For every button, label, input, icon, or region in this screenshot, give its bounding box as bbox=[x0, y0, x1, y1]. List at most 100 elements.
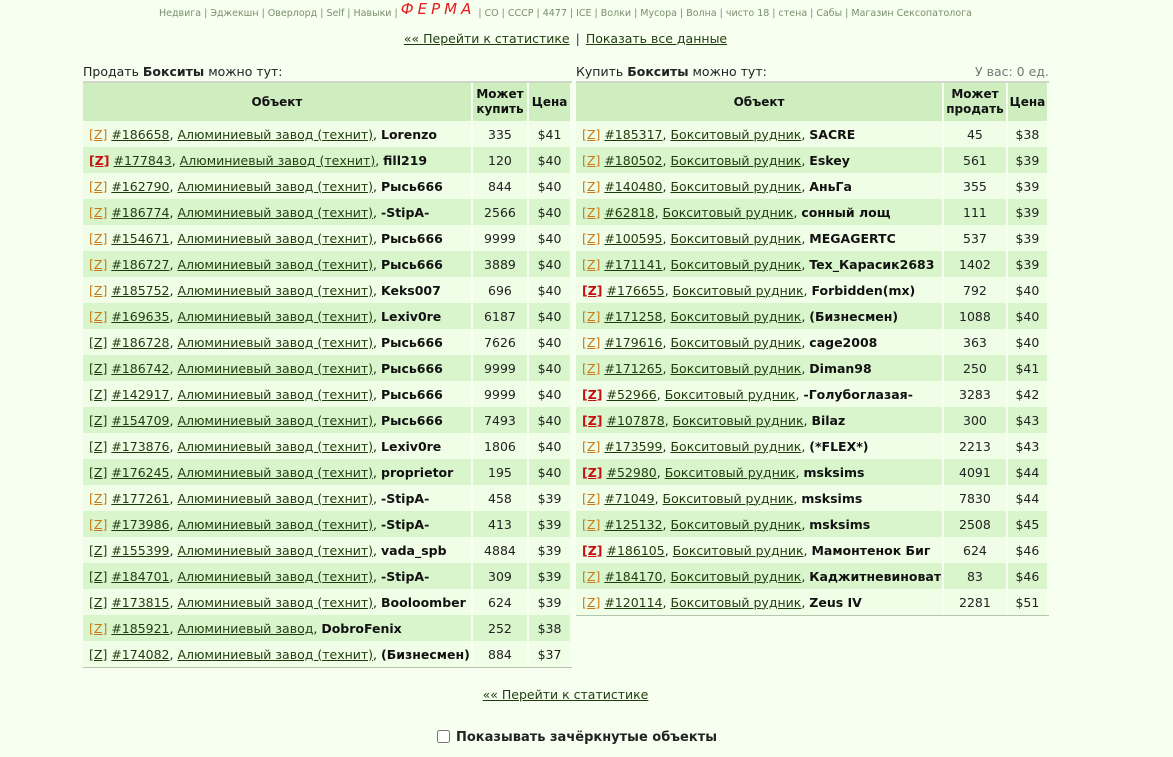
nav-link[interactable]: Волки bbox=[601, 8, 631, 19]
object-id-link[interactable]: #107878 bbox=[606, 413, 664, 428]
object-id-link[interactable]: #186742 bbox=[111, 361, 169, 376]
object-name-link[interactable]: Алюминиевый завод (технит) bbox=[177, 179, 373, 194]
object-name-link[interactable]: Алюминиевый завод (технит) bbox=[177, 595, 373, 610]
col-object[interactable]: Объект bbox=[83, 83, 473, 121]
z-mark-link[interactable]: [Z] bbox=[582, 257, 600, 272]
z-mark-link[interactable]: [Z] bbox=[89, 205, 107, 220]
object-id-link[interactable]: #186728 bbox=[111, 335, 169, 350]
object-name-link[interactable]: Бокситовый рудник bbox=[673, 543, 804, 558]
object-name-link[interactable]: Бокситовый рудник bbox=[673, 413, 804, 428]
object-id-link[interactable]: #52966 bbox=[606, 387, 656, 402]
z-mark-link[interactable]: [Z] bbox=[582, 309, 600, 324]
bottom-goto-stats-link[interactable]: «« Перейти к статистике bbox=[483, 687, 649, 702]
object-name-link[interactable]: Бокситовый рудник bbox=[670, 517, 801, 532]
z-mark-link[interactable]: [Z] bbox=[89, 439, 107, 454]
object-id-link[interactable]: #180502 bbox=[604, 153, 662, 168]
object-id-link[interactable]: #173986 bbox=[111, 517, 169, 532]
object-name-link[interactable]: Бокситовый рудник bbox=[670, 257, 801, 272]
object-id-link[interactable]: #173815 bbox=[111, 595, 169, 610]
object-name-link[interactable]: Бокситовый рудник bbox=[665, 465, 796, 480]
object-id-link[interactable]: #71049 bbox=[604, 491, 654, 506]
object-id-link[interactable]: #155399 bbox=[111, 543, 169, 558]
nav-link[interactable]: Навыки bbox=[354, 8, 392, 19]
object-name-link[interactable]: Бокситовый рудник bbox=[670, 361, 801, 376]
z-mark-link[interactable]: [Z] bbox=[582, 413, 603, 428]
object-id-link[interactable]: #185921 bbox=[111, 621, 169, 636]
object-name-link[interactable]: Алюминиевый завод (технит) bbox=[177, 517, 373, 532]
object-name-link[interactable]: Бокситовый рудник bbox=[670, 231, 801, 246]
object-id-link[interactable]: #171265 bbox=[604, 361, 662, 376]
object-id-link[interactable]: #184170 bbox=[604, 569, 662, 584]
nav-link[interactable]: чисто 18 bbox=[726, 8, 769, 19]
z-mark-link[interactable]: [Z] bbox=[89, 595, 107, 610]
z-mark-link[interactable]: [Z] bbox=[89, 283, 107, 298]
nav-link[interactable]: CO bbox=[485, 8, 499, 19]
object-id-link[interactable]: #173599 bbox=[604, 439, 662, 454]
nav-link[interactable]: Сабы bbox=[816, 8, 842, 19]
nav-link[interactable]: Магазин Сексопатолога bbox=[851, 8, 972, 19]
z-mark-link[interactable]: [Z] bbox=[89, 517, 107, 532]
z-mark-link[interactable]: [Z] bbox=[89, 257, 107, 272]
nav-link[interactable]: Недвига bbox=[159, 8, 201, 19]
z-mark-link[interactable]: [Z] bbox=[89, 543, 107, 558]
object-id-link[interactable]: #186727 bbox=[111, 257, 169, 272]
object-name-link[interactable]: Алюминиевый завод (технит) bbox=[177, 569, 373, 584]
object-name-link[interactable]: Алюминиевый завод (технит) bbox=[177, 647, 373, 662]
z-mark-link[interactable]: [Z] bbox=[582, 231, 600, 246]
object-id-link[interactable]: #120114 bbox=[604, 595, 662, 610]
object-id-link[interactable]: #176245 bbox=[111, 465, 169, 480]
col-price[interactable]: Цена bbox=[529, 83, 572, 121]
object-name-link[interactable]: Бокситовый рудник bbox=[670, 335, 801, 350]
z-mark-link[interactable]: [Z] bbox=[582, 465, 603, 480]
object-name-link[interactable]: Бокситовый рудник bbox=[670, 595, 801, 610]
object-name-link[interactable]: Алюминиевый завод (технит) bbox=[177, 387, 373, 402]
object-name-link[interactable]: Алюминиевый завод (технит) bbox=[177, 439, 373, 454]
nav-link[interactable]: 4477 bbox=[543, 8, 567, 19]
object-name-link[interactable]: Бокситовый рудник bbox=[670, 127, 801, 142]
z-mark-link[interactable]: [Z] bbox=[89, 569, 107, 584]
z-mark-link[interactable]: [Z] bbox=[582, 205, 600, 220]
col-object[interactable]: Объект bbox=[576, 83, 945, 121]
z-mark-link[interactable]: [Z] bbox=[89, 465, 107, 480]
object-name-link[interactable]: Алюминиевый завод (технит) bbox=[177, 283, 373, 298]
z-mark-link[interactable]: [Z] bbox=[582, 387, 603, 402]
object-id-link[interactable]: #171258 bbox=[604, 309, 662, 324]
col-price[interactable]: Цена bbox=[1007, 83, 1049, 121]
z-mark-link[interactable]: [Z] bbox=[582, 283, 603, 298]
show-all-link[interactable]: Показать все данные bbox=[586, 31, 727, 46]
z-mark-link[interactable]: [Z] bbox=[89, 309, 107, 324]
object-name-link[interactable]: Бокситовый рудник bbox=[670, 179, 801, 194]
z-mark-link[interactable]: [Z] bbox=[89, 647, 107, 662]
show-crossed-row[interactable]: Показывать зачёркнутые объекты bbox=[437, 730, 717, 745]
z-mark-link[interactable]: [Z] bbox=[89, 621, 107, 636]
object-name-link[interactable]: Алюминиевый завод (технит) bbox=[177, 127, 373, 142]
object-id-link[interactable]: #169635 bbox=[111, 309, 169, 324]
goto-stats-link[interactable]: «« Перейти к статистике bbox=[404, 31, 570, 46]
nav-link[interactable]: Волна bbox=[686, 8, 716, 19]
nav-link[interactable]: Self bbox=[326, 8, 344, 19]
object-name-link[interactable]: Алюминиевый завод (технит) bbox=[177, 335, 373, 350]
object-id-link[interactable]: #162790 bbox=[111, 179, 169, 194]
object-id-link[interactable]: #186105 bbox=[606, 543, 664, 558]
object-id-link[interactable]: #140480 bbox=[604, 179, 662, 194]
object-name-link[interactable]: Бокситовый рудник bbox=[670, 569, 801, 584]
object-name-link[interactable]: Алюминиевый завод (технит) bbox=[177, 231, 373, 246]
z-mark-link[interactable]: [Z] bbox=[582, 569, 600, 584]
object-id-link[interactable]: #125132 bbox=[604, 517, 662, 532]
object-id-link[interactable]: #184701 bbox=[111, 569, 169, 584]
z-mark-link[interactable]: [Z] bbox=[582, 361, 600, 376]
object-name-link[interactable]: Алюминиевый завод (технит) bbox=[177, 491, 373, 506]
object-id-link[interactable]: #62818 bbox=[604, 205, 654, 220]
object-name-link[interactable]: Алюминиевый завод (технит) bbox=[177, 361, 373, 376]
nav-link[interactable]: ICE bbox=[576, 8, 591, 19]
object-name-link[interactable]: Алюминиевый завод (технит) bbox=[177, 413, 373, 428]
object-id-link[interactable]: #171141 bbox=[604, 257, 662, 272]
z-mark-link[interactable]: [Z] bbox=[89, 179, 107, 194]
col-can-sell[interactable]: Может продать bbox=[944, 83, 1008, 121]
nav-link[interactable]: Оверлорд bbox=[268, 8, 317, 19]
object-id-link[interactable]: #176655 bbox=[606, 283, 664, 298]
object-id-link[interactable]: #177261 bbox=[111, 491, 169, 506]
object-id-link[interactable]: #185317 bbox=[604, 127, 662, 142]
z-mark-link[interactable]: [Z] bbox=[89, 127, 107, 142]
object-id-link[interactable]: #174082 bbox=[111, 647, 169, 662]
